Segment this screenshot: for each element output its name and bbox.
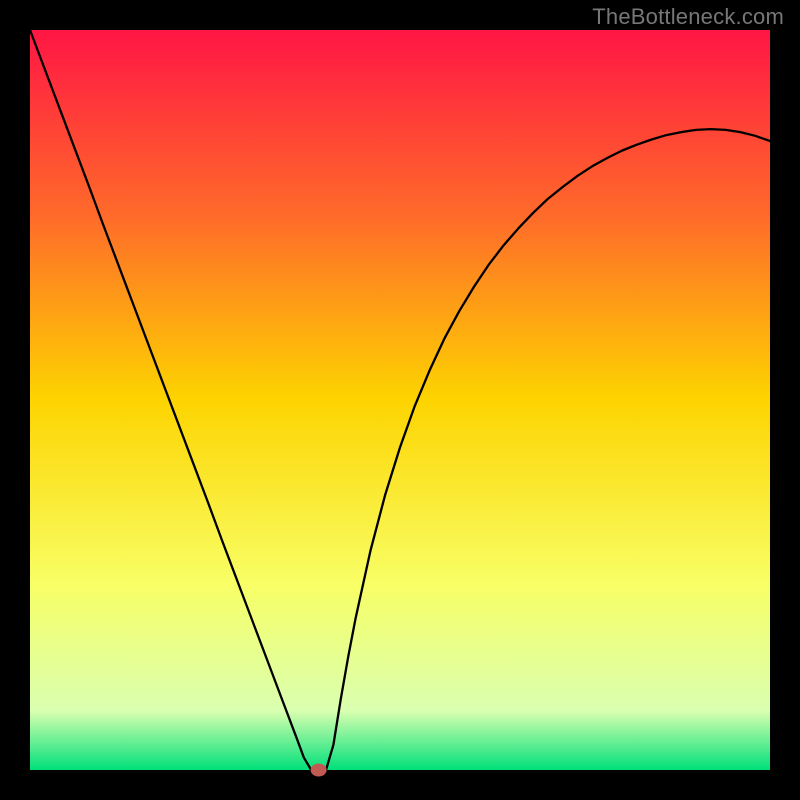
plot-background <box>30 30 770 770</box>
optimum-marker <box>311 764 327 777</box>
watermark-text: TheBottleneck.com <box>592 4 784 30</box>
chart-container: TheBottleneck.com <box>0 0 800 800</box>
bottleneck-chart <box>0 0 800 800</box>
